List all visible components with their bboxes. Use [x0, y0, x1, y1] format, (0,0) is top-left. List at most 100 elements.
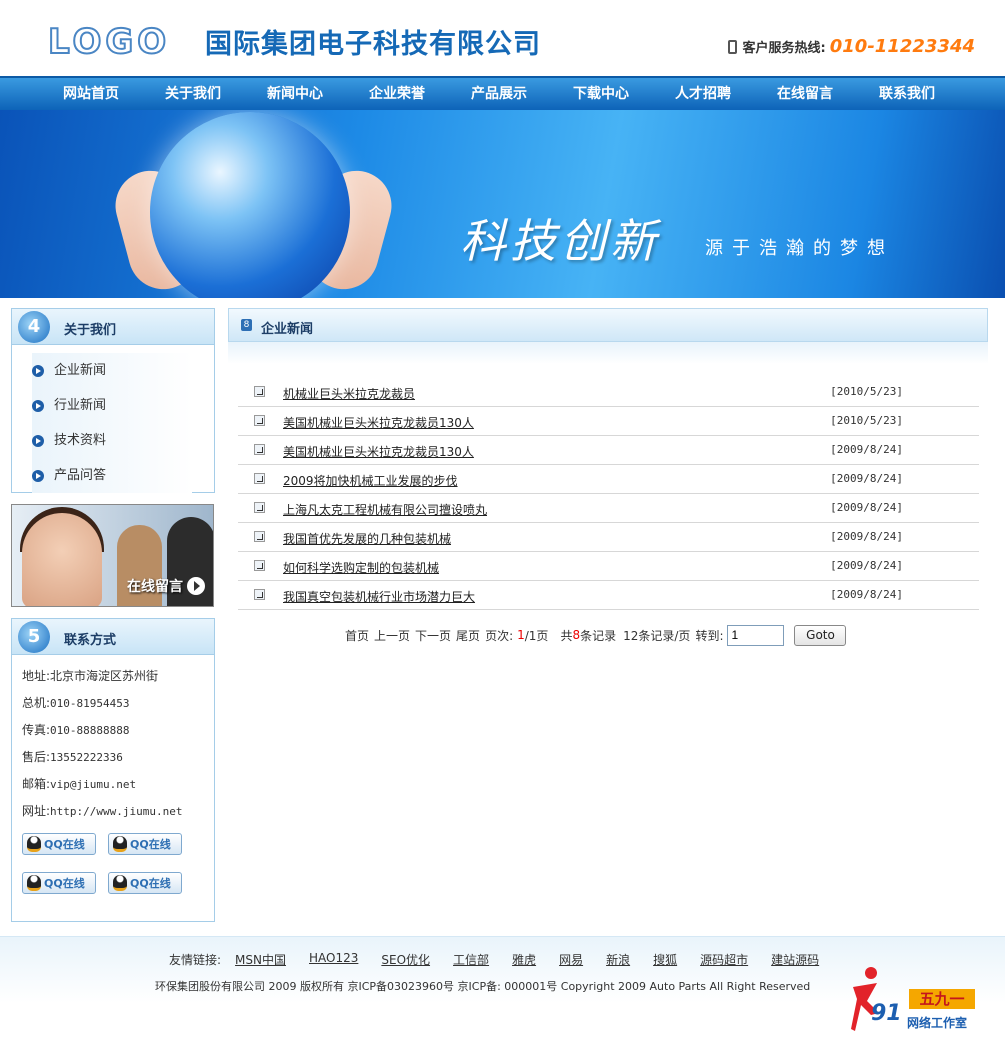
nav-item-contact[interactable]: 联系我们	[856, 78, 958, 110]
contact-list: 地址:北京市海淀区苏州街 总机:010-81954453 传真:010-8888…	[12, 655, 214, 827]
banner-slogan: 科技创新	[460, 214, 660, 268]
pager-last-link[interactable]: 尾页	[456, 627, 480, 644]
news-row: 我国首优先发展的几种包装机械 [2009/8/24]	[238, 523, 979, 552]
list-arrow-icon	[254, 531, 265, 542]
pager-goto-input[interactable]	[727, 624, 785, 646]
qq-button-label: QQ在线	[44, 877, 85, 890]
pager-per-page: 12条记录/页	[623, 628, 691, 643]
arrow-bullet-icon	[32, 364, 44, 377]
about-item-label: 技术资料	[54, 432, 107, 448]
nav-item-honors[interactable]: 企业荣誉	[346, 78, 448, 110]
online-message-text: 在线留言	[127, 579, 183, 595]
pager-first-link[interactable]: 首页	[345, 627, 369, 644]
list-arrow-icon	[254, 444, 265, 455]
news-date: [2009/8/24]	[830, 443, 903, 456]
about-item-company-news[interactable]: 企业新闻	[32, 353, 192, 388]
news-title-link[interactable]: 我国首优先发展的几种包装机械	[283, 530, 451, 547]
nav-item-products[interactable]: 产品展示	[448, 78, 550, 110]
about-item-label: 企业新闻	[54, 362, 107, 378]
news-title-link[interactable]: 美国机械业巨头米拉克龙裁员130人	[283, 414, 474, 431]
list-arrow-icon	[254, 589, 265, 600]
list-arrow-icon	[254, 502, 265, 513]
site-footer: 友情链接: MSN中国 HAO123 SEO优化 工信部 雅虎 网易 新浪 搜狐…	[0, 936, 1005, 1047]
pager-next-link[interactable]: 下一页	[415, 627, 451, 644]
news-title-link[interactable]: 2009将加快机械工业发展的步伐	[283, 472, 458, 489]
about-panel-header: 4 关于我们	[12, 309, 214, 345]
online-message-label: 在线留言	[127, 576, 205, 596]
contact-label: 地址:	[22, 669, 51, 683]
footer-link-miit[interactable]: 工信部	[453, 951, 489, 968]
contact-value: vip@jiumu.net	[50, 778, 137, 791]
watermark-number: 91	[871, 1001, 902, 1026]
nav-item-news[interactable]: 新闻中心	[244, 78, 346, 110]
globe-image	[150, 112, 350, 298]
contact-value: 13552222336	[50, 751, 123, 764]
copyright-text: 环保集团股份有限公司 2009 版权所有 京ICP备03023960号 京ICP…	[155, 980, 811, 993]
contact-label: 传真:	[22, 723, 51, 737]
arrow-bullet-icon	[32, 469, 44, 482]
footer-link-seo[interactable]: SEO优化	[381, 951, 430, 968]
news-title-link[interactable]: 美国机械业巨头米拉克龙裁员130人	[283, 443, 474, 460]
news-row: 如何科学选购定制的包装机械 [2009/8/24]	[238, 552, 979, 581]
nav-item-jobs[interactable]: 人才招聘	[652, 78, 754, 110]
nav-item-about[interactable]: 关于我们	[142, 78, 244, 110]
footer-link-163[interactable]: 网易	[559, 951, 583, 968]
qq-penguin-icon	[27, 836, 41, 852]
about-item-tech-docs[interactable]: 技术资料	[32, 423, 192, 458]
studio-watermark-logo: 91 五九一 网络工作室	[845, 965, 995, 1045]
footer-link-hao123[interactable]: HAO123	[309, 951, 358, 968]
about-panel: 4 关于我们 企业新闻 行业新闻 技术资料 产品问答	[11, 308, 215, 493]
online-message-banner[interactable]: 在线留言	[11, 504, 214, 607]
site-logo[interactable]: LOGO	[47, 21, 170, 63]
contact-label: 邮箱:	[22, 777, 51, 791]
contact-icon: 5	[18, 621, 50, 653]
pager-total-prefix: 共	[560, 628, 573, 643]
news-title-link[interactable]: 我国真空包装机械行业市场潜力巨大	[283, 588, 475, 605]
news-title-link[interactable]: 上海凡太克工程机械有限公司擅设喷丸	[283, 501, 487, 518]
hero-banner: 科技创新 源于浩瀚的梦想	[0, 110, 1005, 298]
pager-prev-link[interactable]: 上一页	[374, 627, 410, 644]
nav-item-messages[interactable]: 在线留言	[754, 78, 856, 110]
about-item-industry-news[interactable]: 行业新闻	[32, 388, 192, 423]
footer-link-source-market[interactable]: 源码超市	[700, 951, 748, 968]
footer-link-sina[interactable]: 新浪	[606, 951, 630, 968]
nav-item-home[interactable]: 网站首页	[40, 78, 142, 110]
nav-item-downloads[interactable]: 下载中心	[550, 78, 652, 110]
contact-value: http://www.jiumu.net	[50, 805, 183, 818]
arrow-bullet-icon	[32, 399, 44, 412]
qq-online-button[interactable]: QQ在线	[108, 872, 182, 894]
friend-links-label: 友情链接:	[169, 953, 222, 967]
qq-penguin-icon	[113, 836, 127, 852]
contact-value: 010-88888888	[50, 724, 130, 737]
about-item-label: 行业新闻	[54, 397, 107, 413]
contact-row-aftersales: 售后:13552222336	[22, 746, 214, 773]
qq-online-button[interactable]: QQ在线	[22, 833, 96, 855]
friend-links: 友情链接: MSN中国 HAO123 SEO优化 工信部 雅虎 网易 新浪 搜狐…	[169, 951, 842, 968]
pager-total-count: 8	[572, 628, 581, 642]
news-title-link[interactable]: 如何科学选购定制的包装机械	[283, 559, 439, 576]
news-title-link[interactable]: 机械业巨头米拉克龙裁员	[283, 385, 415, 402]
contact-row-email: 邮箱:vip@jiumu.net	[22, 773, 214, 800]
footer-link-msn[interactable]: MSN中国	[235, 951, 286, 968]
footer-link-sohu[interactable]: 搜狐	[653, 951, 677, 968]
qq-online-button[interactable]: QQ在线	[22, 872, 96, 894]
about-item-product-faq[interactable]: 产品问答	[32, 458, 192, 493]
pager-goto-label: 转到:	[695, 628, 724, 643]
contact-row-website: 网址:http://www.jiumu.net	[22, 800, 214, 827]
pager-goto-button[interactable]: Goto	[794, 624, 847, 646]
news-date: [2009/8/24]	[830, 472, 903, 485]
qq-online-button[interactable]: QQ在线	[108, 833, 182, 855]
contact-panel: 5 联系方式 地址:北京市海淀区苏州街 总机:010-81954453 传真:0…	[11, 618, 215, 922]
pagination: 首页 上一页 下一页 尾页 页次: 1/1页 共 8 条记录 12条记录/页 转到: …	[345, 624, 847, 646]
footer-link-site-source[interactable]: 建站源码	[771, 951, 819, 968]
news-header-fade	[228, 342, 988, 364]
news-panel-title: 企业新闻	[261, 322, 314, 337]
news-row: 美国机械业巨头米拉克龙裁员130人 [2010/5/23]	[238, 407, 979, 436]
footer-link-yahoo[interactable]: 雅虎	[512, 951, 536, 968]
news-date: [2009/8/24]	[830, 559, 903, 572]
about-item-label: 产品问答	[54, 467, 107, 483]
news-date: [2010/5/23]	[830, 414, 903, 427]
pager-page-label: 页次:	[485, 628, 514, 643]
news-date: [2009/8/24]	[830, 588, 903, 601]
contact-label: 售后:	[22, 750, 51, 764]
